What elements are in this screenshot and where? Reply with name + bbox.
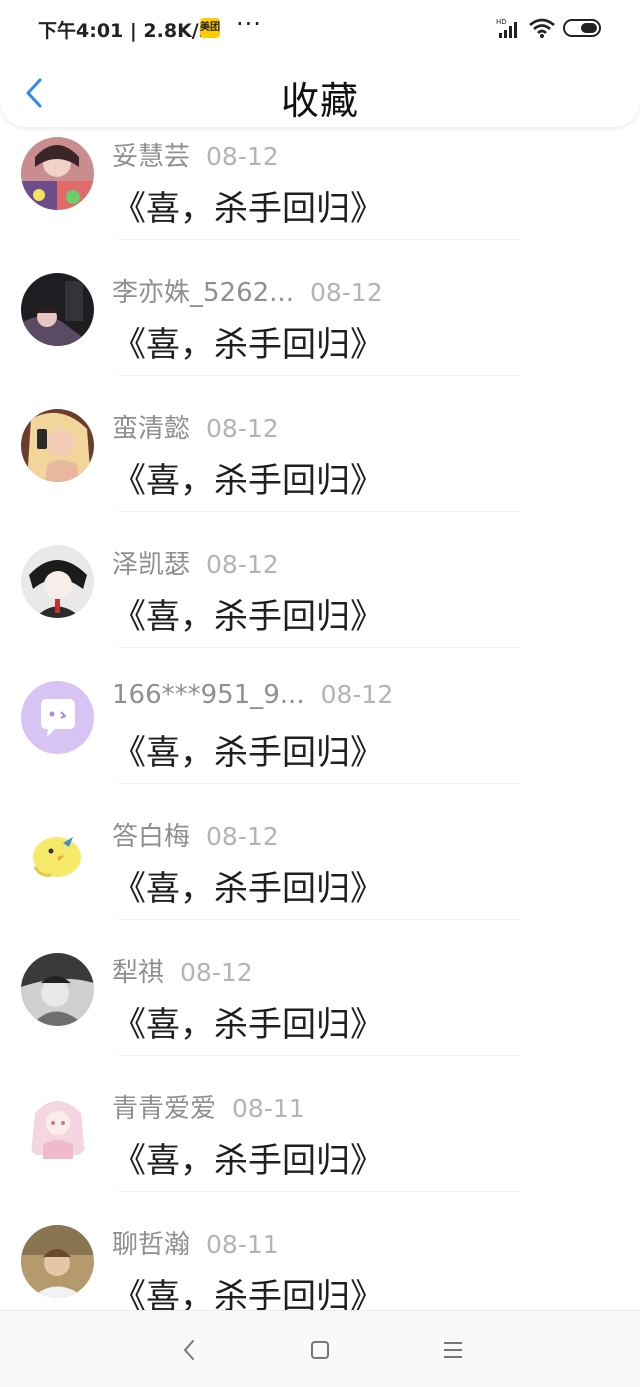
avatar[interactable] — [21, 817, 94, 890]
message-text: 《喜，杀手回归》 — [112, 189, 384, 229]
avatar[interactable] — [21, 137, 94, 210]
avatar[interactable] — [21, 681, 94, 754]
user-name[interactable]: 蛮清懿 — [112, 414, 190, 444]
message-text: 《喜，杀手回归》 — [112, 461, 384, 501]
avatar[interactable] — [21, 409, 94, 482]
date: 08-12 — [180, 958, 253, 987]
wifi-icon — [529, 18, 555, 38]
list-item[interactable]: 答白梅 08-12 《喜，杀手回归》 — [0, 784, 640, 920]
page-title: 收藏 — [280, 79, 359, 123]
message-text: 《喜，杀手回归》 — [112, 1141, 384, 1181]
battery-icon — [563, 19, 601, 37]
list-item[interactable]: 泽凯瑟 08-12 《喜，杀手回归》 — [0, 512, 640, 648]
nav-home-button[interactable] — [305, 1335, 335, 1365]
list-item[interactable]: 犁祺 08-12 《喜，杀手回归》 — [0, 920, 640, 1056]
status-bar: 下午4:01 | 2.8K/s 美团 ··· HD — [0, 0, 640, 58]
avatar[interactable] — [21, 1089, 94, 1162]
favorites-list: 妥慧芸 08-12 《喜，杀手回归》 李亦姝_5262... 08-12 《喜，杀手… — [0, 104, 640, 1328]
name-line: 166***951_9... 08-12 — [112, 680, 393, 710]
list-item[interactable]: 李亦姝_5262... 08-12 《喜，杀手回归》 — [0, 240, 640, 376]
date: 08-11 — [206, 1230, 279, 1259]
nav-menu-icon — [444, 1342, 462, 1358]
screen: 下午4:01 | 2.8K/s 美团 ··· HD 收藏 妥慧芸 08-12 《… — [0, 0, 640, 1387]
date: 08-12 — [206, 550, 279, 579]
name-line: 妥慧芸 08-12 — [112, 136, 279, 173]
nav-back-icon — [184, 1340, 194, 1360]
date: 08-12 — [206, 822, 279, 851]
header: 下午4:01 | 2.8K/s 美团 ··· HD 收藏 — [0, 0, 640, 127]
nav-home-icon — [311, 1341, 329, 1359]
system-nav-bar — [0, 1310, 640, 1387]
nav-menu-button[interactable] — [438, 1335, 468, 1365]
list-item[interactable]: 聊哲瀚 08-11 《喜，杀手回归》 — [0, 1192, 640, 1328]
avatar[interactable] — [21, 953, 94, 1026]
user-name[interactable]: 犁祺 — [112, 958, 164, 988]
name-line: 蛮清懿 08-12 — [112, 408, 279, 445]
date: 08-11 — [232, 1094, 305, 1123]
list-item[interactable]: 蛮清懿 08-12 《喜，杀手回归》 — [0, 376, 640, 512]
status-icons: HD — [496, 16, 606, 40]
avatar[interactable] — [21, 545, 94, 618]
user-name[interactable]: 聊哲瀚 — [112, 1230, 190, 1260]
nav-back-button[interactable] — [174, 1335, 204, 1365]
user-name[interactable]: 妥慧芸 — [112, 142, 190, 172]
name-line: 犁祺 08-12 — [112, 952, 253, 989]
name-line: 答白梅 08-12 — [112, 816, 279, 853]
date: 08-12 — [309, 278, 383, 307]
user-name[interactable]: 李亦姝_5262... — [112, 278, 294, 308]
status-time: 下午4:01 | 2.8K/s — [38, 20, 211, 42]
message-text: 《喜，杀手回归》 — [112, 325, 384, 365]
name-line: 泽凯瑟 08-12 — [112, 544, 279, 581]
list-item[interactable]: 青青爱爱 08-11 《喜，杀手回归》 — [0, 1056, 640, 1192]
more-notifications-icon: ··· — [236, 10, 262, 38]
date: 08-12 — [206, 414, 279, 443]
date: 08-12 — [206, 142, 279, 171]
user-name[interactable]: 泽凯瑟 — [112, 550, 190, 580]
chat-bubble-icon — [21, 681, 94, 754]
signal-icon: HD — [496, 18, 517, 38]
user-name[interactable]: 答白梅 — [112, 822, 190, 852]
name-line: 李亦姝_5262... 08-12 — [112, 272, 383, 309]
message-text: 《喜，杀手回归》 — [112, 733, 384, 773]
list-item[interactable]: 166***951_9... 08-12 《喜，杀手回归》 — [0, 648, 640, 784]
user-name[interactable]: 青青爱爱 — [112, 1094, 216, 1124]
user-name[interactable]: 166***951_9... — [112, 680, 305, 710]
name-line: 聊哲瀚 08-11 — [112, 1224, 279, 1261]
message-text: 《喜，杀手回归》 — [112, 597, 384, 637]
message-text: 《喜，杀手回归》 — [112, 1005, 384, 1045]
avatar[interactable] — [21, 1225, 94, 1298]
message-text: 《喜，杀手回归》 — [112, 869, 384, 909]
name-line: 青青爱爱 08-11 — [112, 1088, 305, 1125]
nav-bar: 收藏 — [0, 58, 640, 127]
date: 08-12 — [320, 680, 394, 709]
svg-text:HD: HD — [496, 18, 507, 26]
meituan-notification-icon: 美团 — [200, 18, 220, 38]
avatar[interactable] — [21, 273, 94, 346]
